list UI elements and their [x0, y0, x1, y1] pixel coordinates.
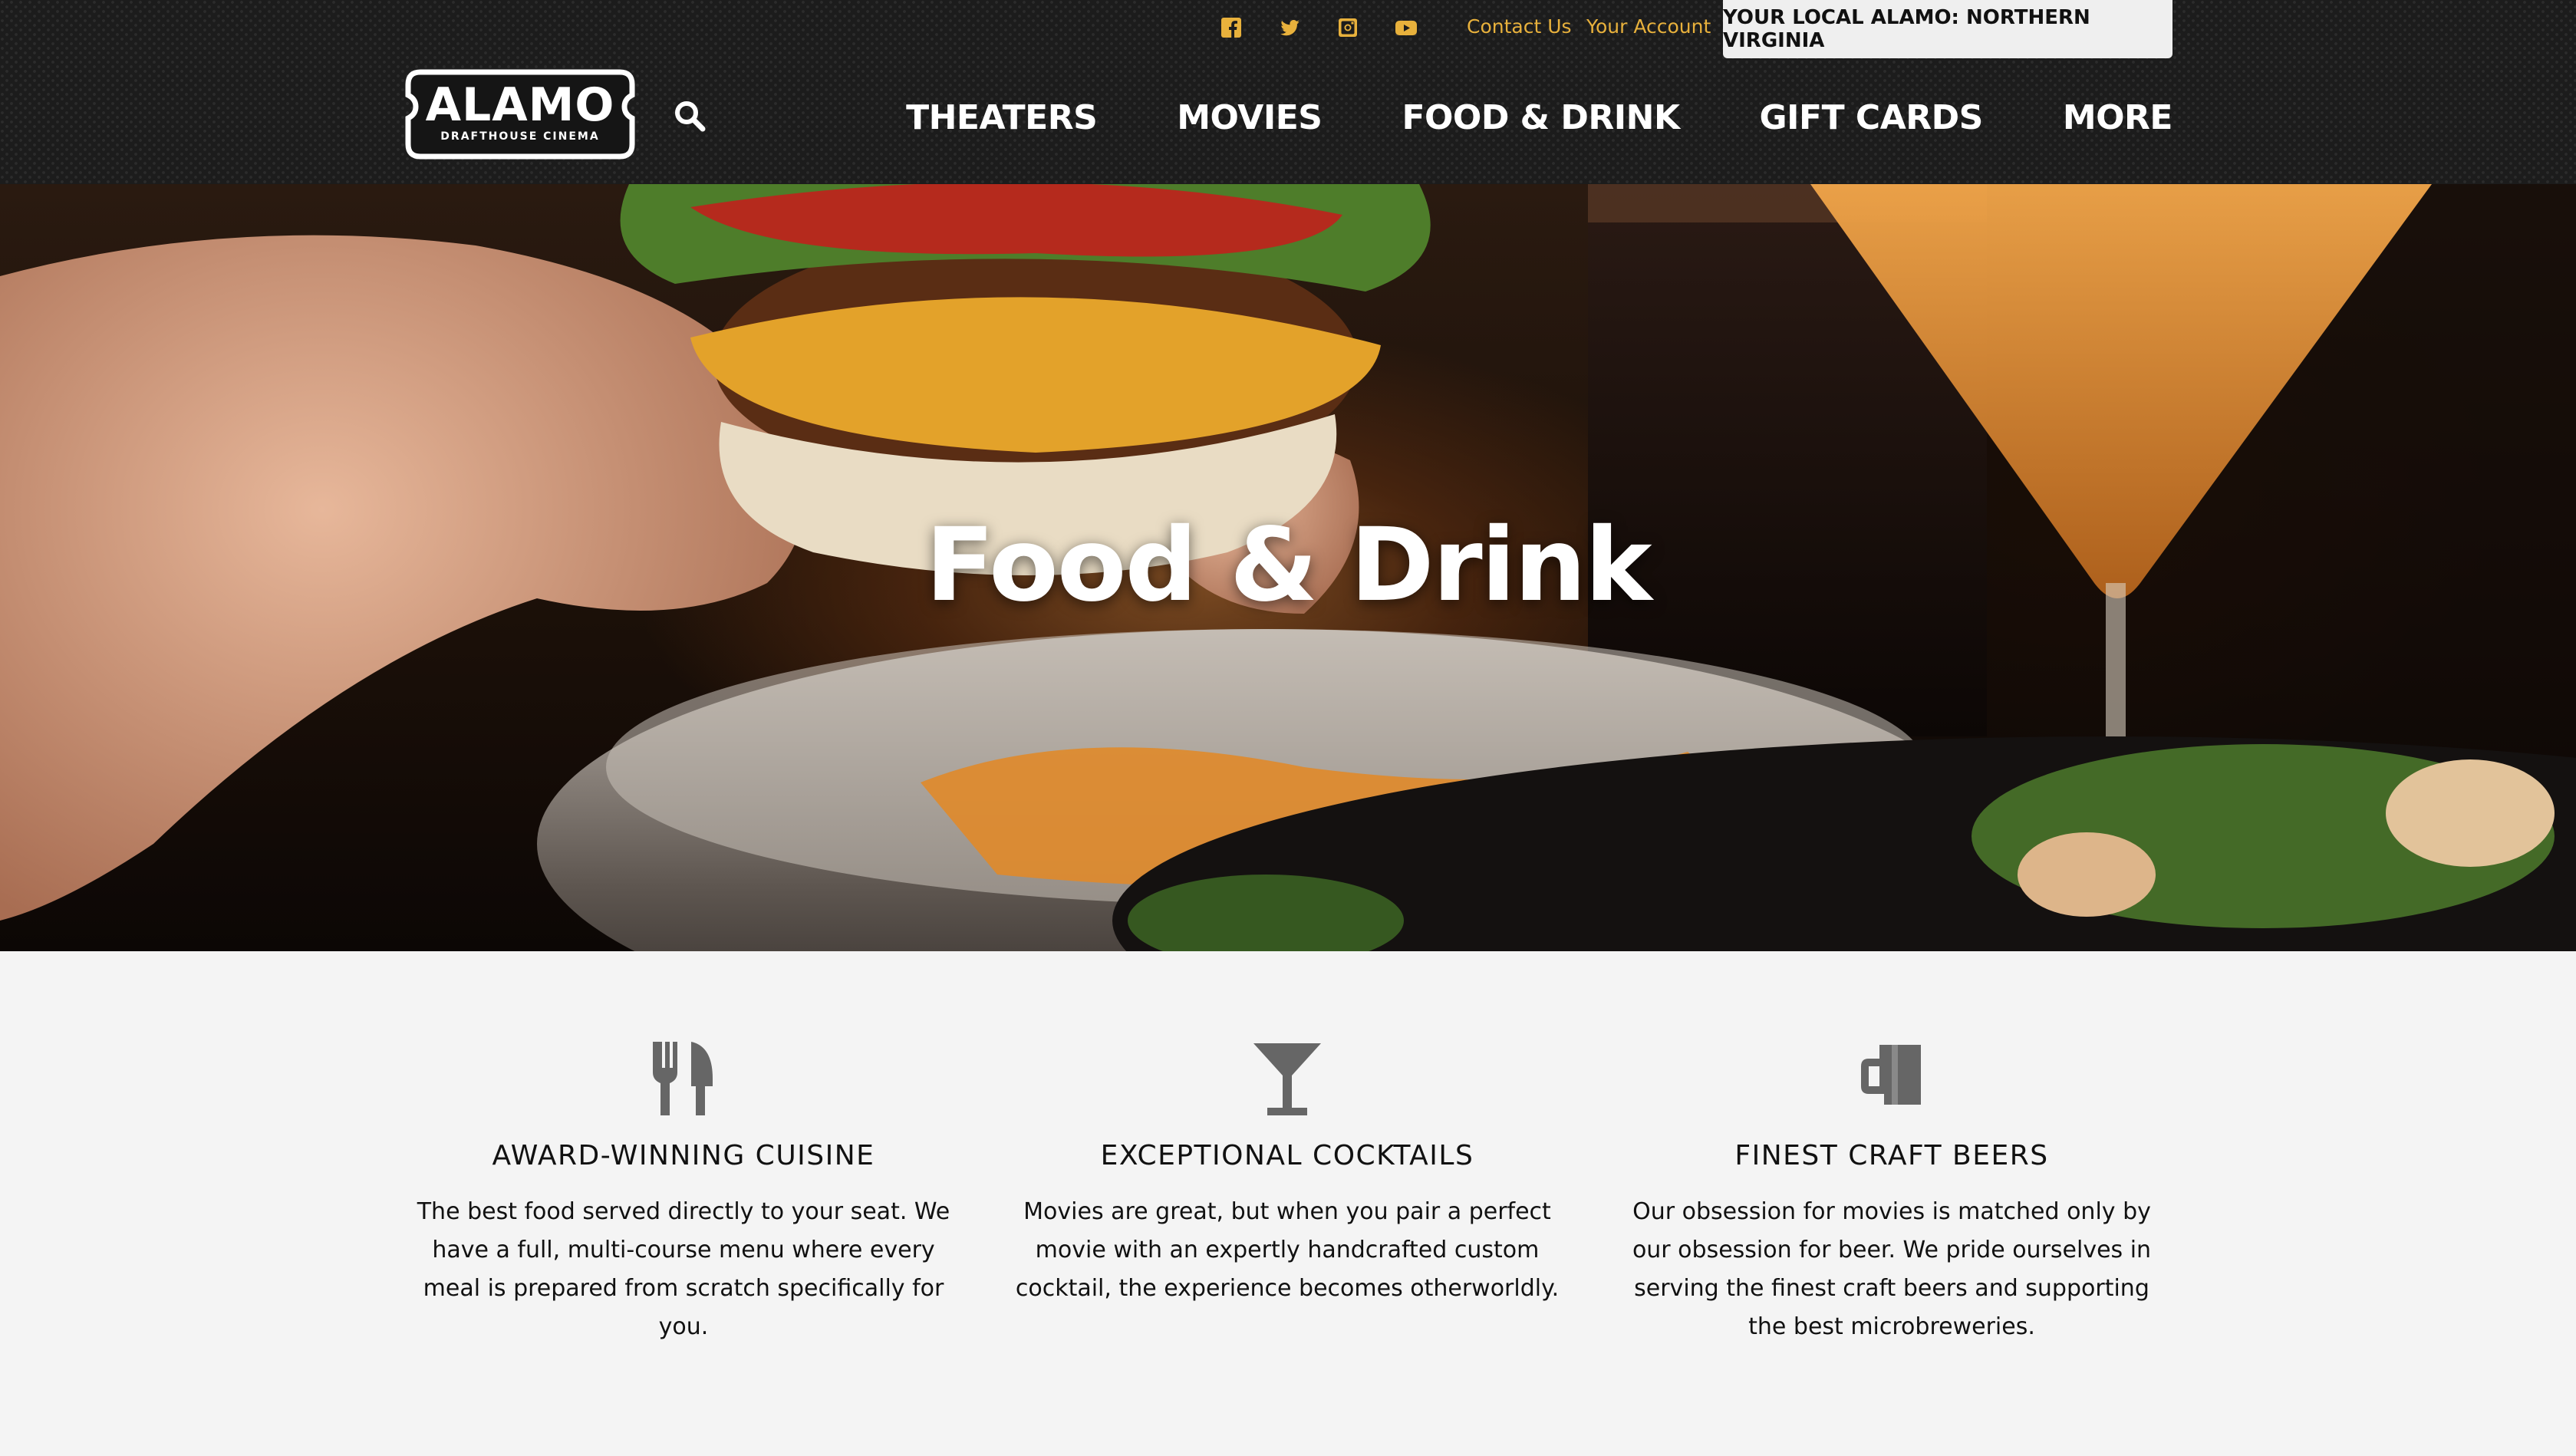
feature-title: AWARD-WINNING CUISINE	[492, 1140, 875, 1171]
nav-movies[interactable]: MOVIES	[1177, 98, 1323, 137]
hero-title: Food & Drink	[925, 506, 1652, 624]
hero-banner: Food & Drink	[0, 184, 2576, 951]
feature-title: EXCEPTIONAL COCKTAILS	[1100, 1140, 1474, 1171]
features-section: AWARD-WINNING CUISINE The best food serv…	[0, 951, 2576, 1456]
main-navigation: THEATERS MOVIES FOOD & DRINK GIFT CARDS …	[906, 98, 2172, 137]
fork-knife-icon	[645, 1036, 722, 1120]
alamo-logo[interactable]: ALAMO DRAFTHOUSE CINEMA	[404, 64, 637, 164]
search-icon[interactable]	[672, 98, 707, 133]
contact-us-link[interactable]: Contact Us	[1467, 15, 1572, 38]
twitter-icon[interactable]	[1278, 16, 1301, 39]
beer-mug-icon	[1853, 1036, 1930, 1120]
instagram-icon[interactable]	[1336, 16, 1359, 39]
feature-description: Our obsession for movies is matched only…	[1632, 1198, 2152, 1340]
nav-food-drink[interactable]: FOOD & DRINK	[1402, 98, 1680, 137]
nav-more[interactable]: MORE	[2063, 98, 2173, 137]
feature-beers: FINEST CRAFT BEERS Our obsession for mov…	[1608, 1036, 2176, 1346]
logo-wordmark: ALAMO	[425, 78, 615, 132]
feature-description: The best food served directly to your se…	[417, 1198, 950, 1340]
feature-description: Movies are great, but when you pair a pe…	[1015, 1198, 1560, 1302]
nav-theaters[interactable]: THEATERS	[906, 98, 1098, 137]
feature-cocktails: EXCEPTIONAL COCKTAILS Movies are great, …	[1003, 1036, 1571, 1308]
feature-title: FINEST CRAFT BEERS	[1734, 1140, 2049, 1171]
social-links	[1220, 14, 1418, 41]
facebook-icon[interactable]	[1220, 16, 1243, 39]
youtube-icon[interactable]	[1395, 16, 1418, 39]
nav-gift-cards[interactable]: GIFT CARDS	[1760, 98, 1984, 137]
site-header: Contact Us Your Account YOUR LOCAL ALAMO…	[0, 0, 2576, 184]
location-selector-button[interactable]: YOUR LOCAL ALAMO: NORTHERN VIRGINIA	[1723, 0, 2172, 58]
cocktail-glass-icon	[1249, 1036, 1326, 1120]
logo-tagline: DRAFTHOUSE CINEMA	[440, 130, 600, 143]
feature-cuisine: AWARD-WINNING CUISINE The best food serv…	[400, 1036, 967, 1346]
your-account-link[interactable]: Your Account	[1586, 15, 1711, 38]
